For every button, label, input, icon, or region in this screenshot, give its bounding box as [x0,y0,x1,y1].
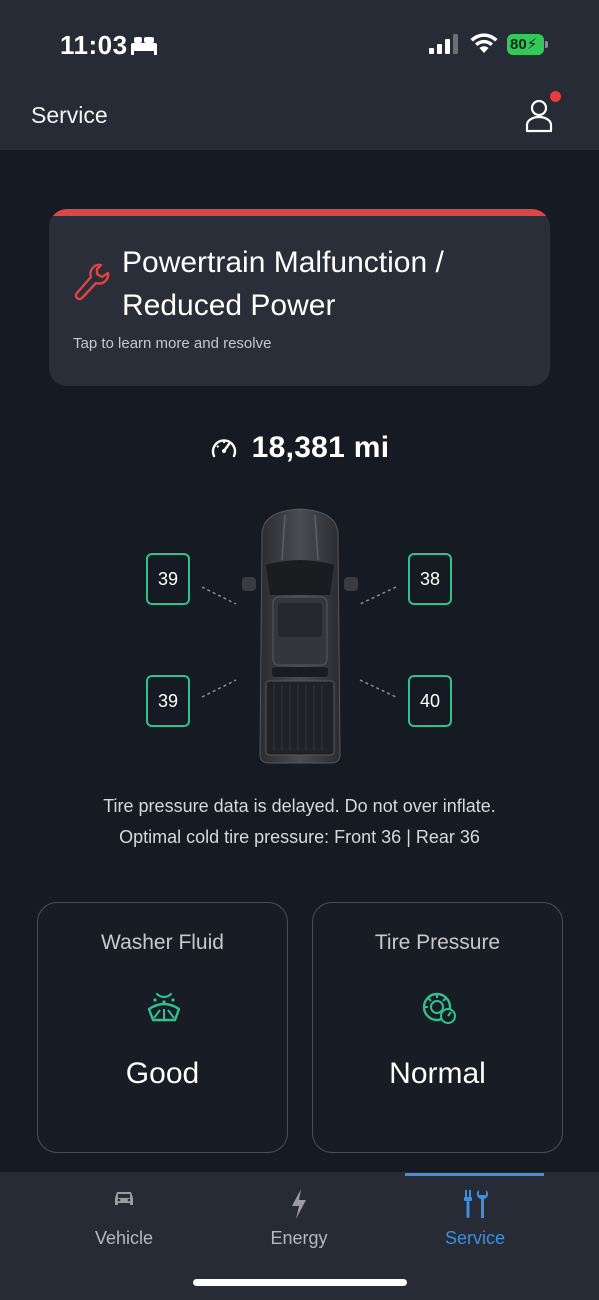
person-icon[interactable] [524,98,554,134]
alert-accent-bar [49,209,550,216]
truck-top-view-image [242,508,358,764]
connector-rear-right [359,679,397,698]
odometer: 18,381 mi [0,428,599,468]
tab-energy-label: Energy [270,1228,328,1248]
tire-rear-left: 39 [146,675,190,727]
tire-front-right: 38 [408,553,452,605]
battery-percent: 80 [510,36,527,53]
tire-note-delayed: Tire pressure data is delayed. Do not ov… [103,796,496,816]
tire-pressure-icon [422,992,456,1024]
page-title: Service [31,102,108,128]
wrench-icon [74,263,110,301]
status-bar: 11:03 80⚡ [0,0,599,90]
tire-pressure-label: Tire Pressure [374,931,501,954]
washer-fluid-value: Good [125,1057,200,1090]
tire-pressure-card[interactable]: Tire Pressure Normal [312,902,563,1153]
powertrain-alert-card[interactable]: Powertrain Malfunction / Reduced Power T… [49,209,550,386]
status-time: 11:03 [60,30,128,60]
tools-icon [464,1190,488,1218]
wifi-icon [470,33,498,53]
washer-fluid-icon [147,992,181,1022]
connector-front-right [359,586,397,605]
tire-front-left: 39 [146,553,190,605]
tab-vehicle[interactable]: Vehicle [54,1172,194,1272]
tab-service-label: Service [444,1228,506,1248]
car-icon [115,1192,133,1205]
speedometer-icon [211,439,236,458]
washer-fluid-label: Washer Fluid [101,931,224,954]
tire-note-optimal: Optimal cold tire pressure: Front 36 | R… [119,827,480,847]
bed-icon [131,37,157,55]
connector-front-left [201,586,237,605]
home-indicator[interactable] [193,1279,407,1286]
lightning-icon [292,1189,306,1219]
odometer-value: 18,381 mi [251,431,390,464]
washer-fluid-card[interactable]: Washer Fluid Good [37,902,288,1153]
tab-energy[interactable]: Energy [229,1172,369,1272]
notification-dot [550,91,561,102]
signal-icon [429,34,458,54]
battery-charging-icon: 80⚡ [507,34,548,55]
tab-service[interactable]: Service [405,1172,545,1272]
tire-pressure-value: Normal [389,1057,486,1090]
connector-rear-left [201,679,237,698]
alert-subtitle: Tap to learn more and resolve [73,335,272,352]
tab-vehicle-label: Vehicle [94,1228,154,1248]
alert-title: Powertrain Malfunction / Reduced Power [122,246,444,322]
header-area: 11:03 80⚡ Service [0,0,599,150]
tire-rear-right: 40 [408,675,452,727]
